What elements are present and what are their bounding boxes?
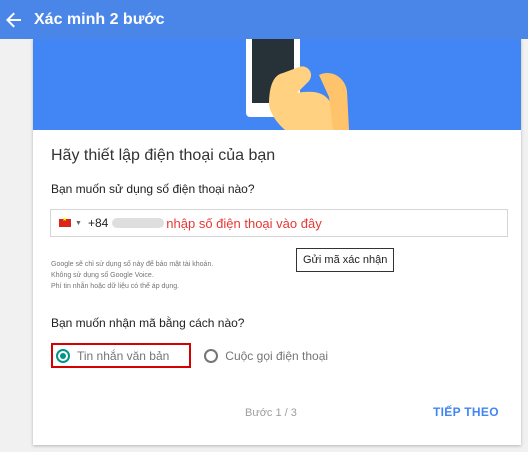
phone-input-hint[interactable]: nhập số điện thoại vào đây	[166, 216, 321, 231]
back-button[interactable]	[2, 8, 26, 32]
radio-text-message[interactable]: Tin nhắn văn bản	[51, 343, 192, 368]
phone-disclaimer: Google sẽ chỉ sử dụng số này để bảo mật …	[51, 259, 213, 292]
radio-label: Cuộc gọi điện thoại	[225, 348, 329, 363]
disclaimer-line: Phí tin nhắn hoặc dữ liệu có thể áp dụng…	[51, 283, 180, 290]
arrow-left-icon	[6, 12, 21, 27]
disclaimer-line: Không sử dụng số Google Voice.	[51, 272, 154, 279]
setup-heading: Hãy thiết lập điện thoại của bạn	[51, 147, 276, 164]
disclaimer-line: Google sẽ chỉ sử dụng số này để bảo mật …	[51, 261, 214, 268]
radio-checked-icon	[56, 348, 70, 363]
hand-holding-phone-illustration	[246, 39, 349, 130]
blurred-phone-number	[112, 218, 165, 228]
step-indicator: Bước 1 / 3	[245, 407, 297, 419]
radio-unchecked-icon	[204, 348, 219, 363]
next-button[interactable]: TIẾP THEO	[433, 405, 499, 419]
method-question: Bạn muốn nhận mã bằng cách nào?	[51, 316, 245, 330]
page-title: Xác minh 2 bước	[34, 10, 165, 28]
radio-phone-call[interactable]: Cuộc gọi điện thoại	[204, 348, 329, 363]
hero-banner	[33, 39, 521, 130]
phone-question: Bạn muốn sử dụng số điện thoại nào?	[51, 182, 255, 196]
dial-code: +84	[87, 216, 109, 230]
radio-label: Tin nhắn văn bản	[77, 348, 170, 363]
phone-number-field[interactable]: ▼ +84 nhập số điện thoại vào đây	[50, 209, 508, 237]
send-code-button[interactable]: Gửi mã xác nhận	[296, 248, 395, 272]
chevron-down-icon: ▼	[75, 219, 82, 227]
app-bar: Xác minh 2 bước	[0, 0, 528, 39]
setup-card: Hãy thiết lập điện thoại của bạn Bạn muố…	[33, 39, 521, 445]
verification-method-group: Tin nhắn văn bản Cuộc gọi điện thoại	[51, 343, 328, 368]
country-code-dropdown[interactable]: ▼	[51, 210, 82, 236]
vietnam-flag-icon	[59, 216, 71, 227]
